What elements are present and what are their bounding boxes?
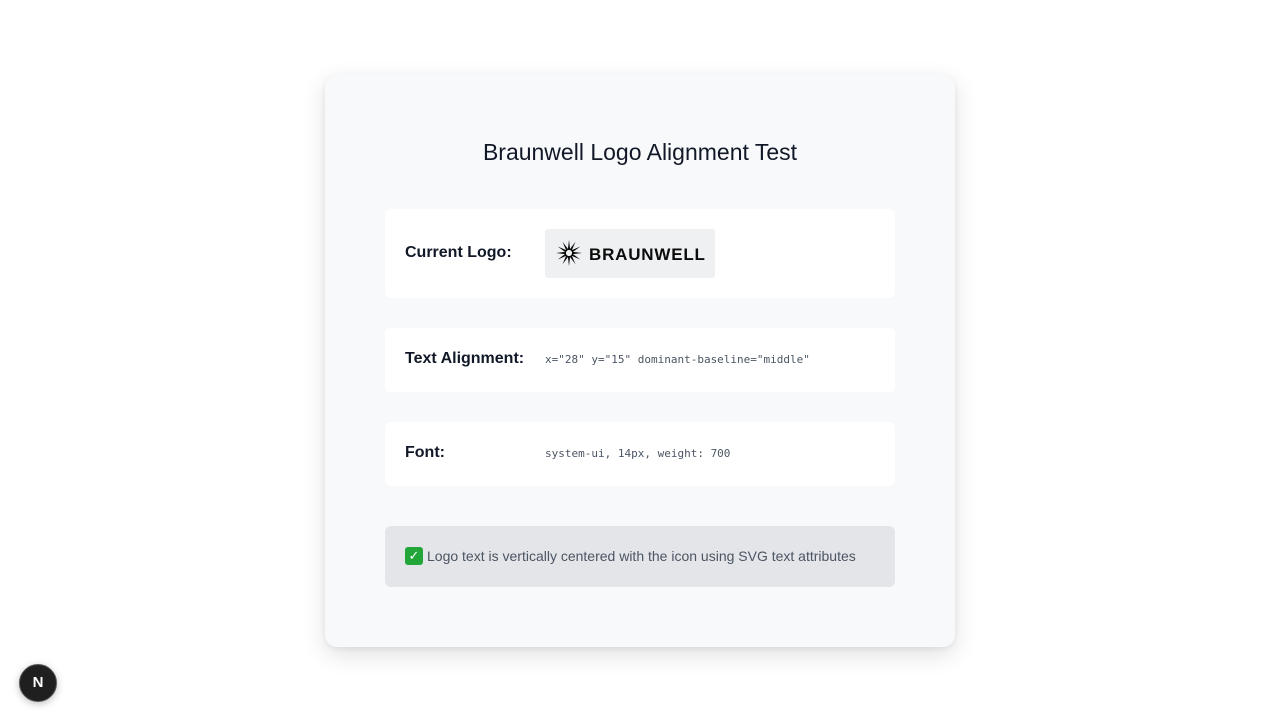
nextjs-dev-tools-button[interactable]: N (19, 664, 57, 702)
text-alignment-label: Text Alignment: (405, 350, 525, 367)
text-alignment-row: Text Alignment: x="28" y="15" dominant-b… (385, 328, 895, 392)
logo-preview: BRAUNWELL (545, 229, 715, 278)
page-title: Braunwell Logo Alignment Test (482, 139, 798, 165)
font-value: system-ui, 14px, weight: 700 (545, 447, 731, 460)
check-mark-icon: ✓ (405, 547, 423, 565)
alignment-test-card: Braunwell Logo Alignment Test Current Lo… (325, 74, 955, 647)
nextjs-icon: N (32, 674, 44, 691)
current-logo-row: Current Logo: BRAUNWELL (385, 209, 895, 298)
current-logo-label: Current Logo: (405, 244, 512, 261)
braunwell-starburst-icon (556, 240, 582, 266)
logo-wordmark: BRAUNWELL (589, 245, 706, 264)
font-row: Font: system-ui, 14px, weight: 700 (385, 422, 895, 486)
font-label: Font: (405, 444, 445, 461)
status-message: ✓ Logo text is vertically centered with … (385, 526, 895, 587)
status-text: Logo text is vertically centered with th… (427, 548, 856, 564)
text-alignment-value: x="28" y="15" dominant-baseline="middle" (545, 353, 810, 366)
